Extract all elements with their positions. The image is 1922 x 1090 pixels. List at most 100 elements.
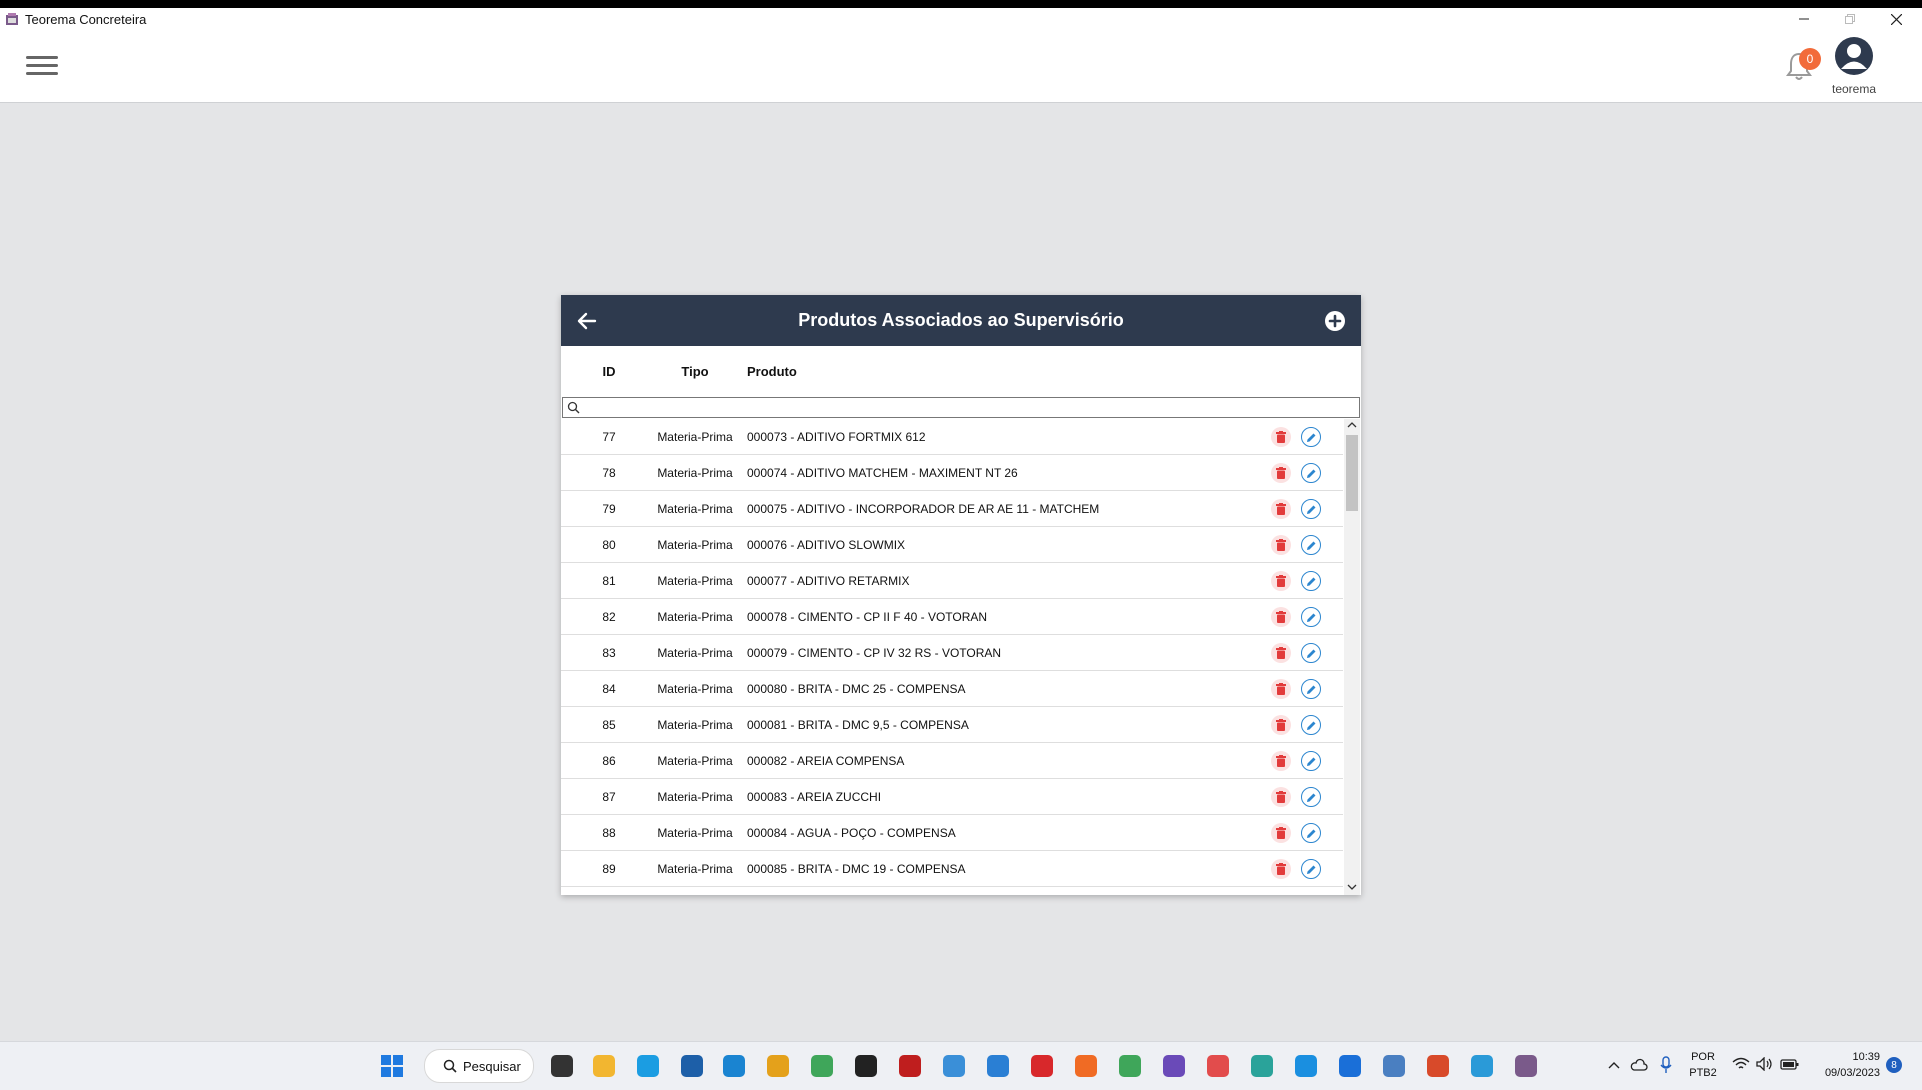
back-arrow-icon[interactable] <box>575 309 599 333</box>
edit-button[interactable] <box>1301 859 1321 879</box>
table-row[interactable]: 87 Materia-Prima 000083 - AREIA ZUCCHI <box>561 779 1343 815</box>
notification-center-badge[interactable]: 8 <box>1886 1057 1902 1073</box>
battery-icon[interactable] <box>1780 1057 1800 1071</box>
table-row[interactable]: 89 Materia-Prima 000085 - BRITA - DMC 19 -… <box>561 851 1343 887</box>
delete-button[interactable] <box>1271 463 1291 483</box>
wifi-icon[interactable] <box>1732 1057 1750 1071</box>
table-row[interactable]: 84 Materia-Prima 000080 - BRITA - DMC 25 -… <box>561 671 1343 707</box>
network-tool-icon[interactable] <box>1116 1052 1144 1080</box>
chat-app-icon[interactable] <box>1204 1052 1232 1080</box>
row-produto: 000073 - ADITIVO FORTMIX 612 <box>747 430 926 444</box>
remote-desktop-icon[interactable] <box>940 1052 968 1080</box>
restore-button[interactable] <box>1827 8 1873 30</box>
delete-button[interactable] <box>1271 643 1291 663</box>
file-explorer-icon[interactable] <box>590 1052 618 1080</box>
delete-button[interactable] <box>1271 607 1291 627</box>
chevron-up-icon[interactable] <box>1608 1060 1620 1070</box>
add-circle-icon[interactable] <box>1323 309 1347 333</box>
store-icon[interactable] <box>678 1052 706 1080</box>
edit-button[interactable] <box>1301 643 1321 663</box>
app-l-icon[interactable] <box>720 1052 748 1080</box>
pencil-icon <box>1306 649 1315 658</box>
delete-button[interactable] <box>1271 715 1291 735</box>
window-titlebar: Teorema Concreteira <box>0 8 1922 30</box>
close-window-button[interactable] <box>1873 8 1919 30</box>
pencil-icon <box>1306 469 1315 478</box>
delete-button[interactable] <box>1271 823 1291 843</box>
edit-button[interactable] <box>1301 679 1321 699</box>
network-app-icon[interactable] <box>808 1052 836 1080</box>
scroll-down-icon[interactable] <box>1347 883 1357 891</box>
volume-icon[interactable] <box>1756 1057 1774 1071</box>
col-id-header[interactable]: ID <box>561 364 657 379</box>
menu-button[interactable] <box>26 56 58 76</box>
table-row[interactable]: 83 Materia-Prima 000079 - CIMENTO - CP IV … <box>561 635 1343 671</box>
edge-browser-icon[interactable] <box>634 1052 662 1080</box>
table-row[interactable]: 81 Materia-Prima 000077 - ADITIVO RETARMIX <box>561 563 1343 599</box>
delete-button[interactable] <box>1271 859 1291 879</box>
table-row[interactable]: 88 Materia-Prima 000084 - AGUA - POÇO - CO… <box>561 815 1343 851</box>
paint-app-icon[interactable] <box>1424 1052 1452 1080</box>
delete-button[interactable] <box>1271 787 1291 807</box>
table-row[interactable]: 82 Materia-Prima 000078 - CIMENTO - CP II … <box>561 599 1343 635</box>
taskbar-search[interactable]: Pesquisar <box>424 1049 534 1083</box>
vertical-scrollbar[interactable] <box>1344 419 1360 895</box>
trash-icon <box>1276 431 1286 443</box>
col-tipo-header[interactable]: Tipo <box>651 364 739 379</box>
bridge-app-icon[interactable] <box>1248 1052 1276 1080</box>
edit-button[interactable] <box>1301 463 1321 483</box>
edit-button[interactable] <box>1301 607 1321 627</box>
skype-icon[interactable] <box>1292 1052 1320 1080</box>
task-view-icon[interactable] <box>548 1052 576 1080</box>
clock-date[interactable]: 09/03/2023 <box>1810 1067 1880 1079</box>
globe-icon[interactable] <box>1160 1052 1188 1080</box>
table-row[interactable]: 86 Materia-Prima 000082 - AREIA COMPENSA <box>561 743 1343 779</box>
table-row[interactable]: 85 Materia-Prima 000081 - BRITA - DMC 9,5 … <box>561 707 1343 743</box>
search-icon <box>567 401 580 414</box>
clock-time[interactable]: 10:39 <box>1810 1051 1880 1063</box>
microphone-icon[interactable] <box>1660 1056 1672 1074</box>
table-row[interactable]: 90Traco000086 - CONCRETO PISO FCK 30 DMC… <box>561 887 1343 895</box>
edit-button[interactable] <box>1301 823 1321 843</box>
edit-button[interactable] <box>1301 571 1321 591</box>
delete-button[interactable] <box>1271 535 1291 555</box>
edit-button[interactable] <box>1301 787 1321 807</box>
edit-button[interactable] <box>1301 535 1321 555</box>
chrome-icon[interactable] <box>764 1052 792 1080</box>
language-indicator[interactable]: POR <box>1688 1051 1718 1063</box>
delete-button[interactable] <box>1271 427 1291 447</box>
search-input[interactable] <box>583 398 1347 417</box>
earth-app-icon[interactable] <box>1468 1052 1496 1080</box>
edit-button[interactable] <box>1301 751 1321 771</box>
table-row[interactable]: 79 Materia-Prima 000075 - ADITIVO - INCORP… <box>561 491 1343 527</box>
minimize-button[interactable] <box>1781 8 1827 30</box>
delete-button[interactable] <box>1271 571 1291 591</box>
filezilla-icon[interactable] <box>896 1052 924 1080</box>
delete-button[interactable] <box>1271 751 1291 771</box>
notepad-icon[interactable] <box>984 1052 1012 1080</box>
postman-icon[interactable] <box>1072 1052 1100 1080</box>
table-row[interactable]: 78 Materia-Prima 000074 - ADITIVO MATCHEM … <box>561 455 1343 491</box>
table-row[interactable]: 77 Materia-Prima 000073 - ADITIVO FORTMIX … <box>561 419 1343 455</box>
terminal-icon[interactable] <box>852 1052 880 1080</box>
row-tipo: Materia-Prima <box>657 430 733 444</box>
edit-button[interactable] <box>1301 715 1321 735</box>
col-produto-header[interactable]: Produto <box>747 364 797 379</box>
edit-button[interactable] <box>1301 499 1321 519</box>
delete-button[interactable] <box>1271 499 1291 519</box>
cloud-icon[interactable] <box>1630 1058 1648 1072</box>
trash-icon <box>1276 611 1286 623</box>
windows-start-icon[interactable] <box>380 1054 404 1078</box>
delete-button[interactable] <box>1271 679 1291 699</box>
keyboard-layout-indicator[interactable]: PTB2 <box>1688 1067 1718 1079</box>
table-row[interactable]: 80 Materia-Prima 000076 - ADITIVO SLOWMIX <box>561 527 1343 563</box>
window-app-icon[interactable] <box>1380 1052 1408 1080</box>
scroll-up-icon[interactable] <box>1347 421 1357 429</box>
scrollbar-thumb[interactable] <box>1346 435 1358 511</box>
user-avatar-icon[interactable] <box>1834 36 1874 76</box>
devexpress-icon[interactable] <box>1028 1052 1056 1080</box>
trash-icon <box>1276 863 1286 875</box>
edit-button[interactable] <box>1301 427 1321 447</box>
teorema-app-icon[interactable] <box>1512 1052 1540 1080</box>
maps-icon[interactable] <box>1336 1052 1364 1080</box>
